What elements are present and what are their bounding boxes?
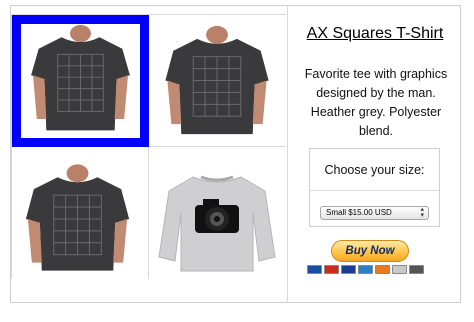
payment-card-icon	[409, 265, 424, 274]
gallery-thumbnail[interactable]	[12, 147, 149, 279]
product-gallery	[11, 14, 286, 279]
gallery-thumbnail-selected[interactable]	[12, 15, 149, 147]
size-dropdown-value: Small $15.00 USD	[326, 208, 392, 217]
size-dropdown[interactable]: Small $15.00 USD ▴ ▾	[320, 206, 429, 220]
payment-card-icon	[375, 265, 390, 274]
buy-now-button[interactable]: Buy Now	[331, 240, 409, 262]
grey-sweatshirt-camera-image	[158, 175, 276, 272]
payment-cards	[307, 265, 424, 276]
tshirt-front-image	[31, 24, 130, 131]
size-selector-panel: Choose your size: Small $15.00 USD ▴ ▾	[309, 148, 440, 227]
product-title[interactable]: AX Squares T-Shirt	[288, 25, 462, 43]
tshirt-front-image	[25, 164, 130, 271]
payment-card-icon	[307, 265, 322, 274]
product-description: Favorite tee with graphics designed by t…	[304, 67, 448, 138]
size-label: Choose your size:	[324, 163, 425, 177]
gallery-thumbnail[interactable]	[149, 15, 286, 147]
tshirt-front-image	[165, 25, 269, 135]
payment-card-icon	[358, 265, 373, 274]
divider	[310, 190, 439, 191]
gallery-thumbnail[interactable]	[149, 147, 286, 279]
payment-card-icon	[324, 265, 339, 274]
payment-card-icon	[341, 265, 356, 274]
dropdown-arrows-icon: ▴ ▾	[420, 206, 424, 219]
payment-card-icon	[392, 265, 407, 274]
